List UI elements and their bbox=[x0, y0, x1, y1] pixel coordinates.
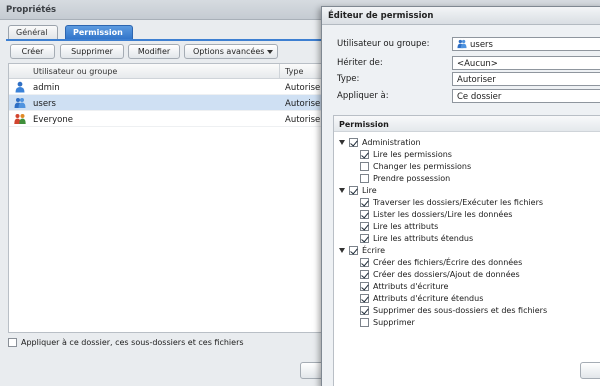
checkbox[interactable] bbox=[360, 294, 369, 303]
checkbox[interactable] bbox=[360, 270, 369, 279]
checkbox[interactable] bbox=[360, 210, 369, 219]
modify-button[interactable]: Modifier bbox=[128, 44, 180, 59]
row-user-name: users bbox=[33, 99, 56, 109]
perm-item-label: Prendre possession bbox=[373, 174, 451, 183]
perm-item-label: Changer les permissions bbox=[373, 162, 472, 171]
row-type: Autoriser bbox=[285, 115, 324, 125]
perm-item-label: Lire les attributs bbox=[373, 222, 439, 231]
permission-editor-dialog: Éditeur de permission Utilisateur ou gro… bbox=[321, 6, 600, 386]
perm-item-label: Créer des fichiers/Écrire des données bbox=[373, 258, 523, 267]
checkbox[interactable] bbox=[360, 234, 369, 243]
delete-button[interactable]: Supprimer bbox=[60, 44, 124, 59]
group-icon bbox=[457, 39, 467, 49]
perm-item-label: Attributs d'écriture étendus bbox=[373, 294, 484, 303]
checkbox[interactable] bbox=[360, 222, 369, 231]
perm-item-label: Traverser les dossiers/Exécuter les fich… bbox=[373, 198, 544, 207]
checkbox[interactable] bbox=[360, 198, 369, 207]
row-user-name: Everyone bbox=[33, 115, 73, 125]
tab-permission[interactable]: Permission bbox=[65, 25, 133, 40]
create-button[interactable]: Créer bbox=[10, 44, 55, 59]
row-type: Autoriser bbox=[285, 99, 324, 109]
advanced-options-dropdown[interactable]: Options avancées bbox=[184, 44, 278, 59]
advanced-options-label: Options avancées bbox=[193, 47, 265, 56]
type-label: Type: bbox=[337, 74, 360, 84]
checkbox[interactable] bbox=[360, 150, 369, 159]
permission-panel: Permission Administration Lire les permi… bbox=[333, 115, 600, 386]
row-user-name: admin bbox=[33, 83, 60, 93]
checkbox[interactable] bbox=[349, 186, 358, 195]
permission-list: Utilisateur ou groupe Type admin Autoris… bbox=[8, 63, 324, 333]
inherit-field[interactable]: <Aucun> bbox=[452, 56, 600, 70]
perm-group-label: Administration bbox=[362, 138, 421, 147]
checkbox[interactable] bbox=[360, 174, 369, 183]
inherit-label: Hériter de: bbox=[337, 58, 383, 68]
column-header-type[interactable]: Type bbox=[285, 67, 303, 76]
checkbox[interactable] bbox=[360, 306, 369, 315]
permission-header: Permission bbox=[334, 116, 600, 132]
everyone-icon bbox=[14, 114, 26, 124]
column-divider bbox=[279, 64, 280, 79]
checkbox[interactable] bbox=[360, 282, 369, 291]
perm-item-label: Supprimer des sous-dossiers et des fichi… bbox=[373, 306, 548, 315]
tab-underline bbox=[6, 39, 326, 41]
list-header: Utilisateur ou groupe Type bbox=[9, 64, 323, 79]
table-row-selected[interactable]: users Autoriser bbox=[9, 95, 324, 111]
table-row[interactable]: admin Autoriser bbox=[9, 79, 324, 95]
perm-item-label: Créer des dossiers/Ajout de données bbox=[373, 270, 520, 279]
user-icon bbox=[15, 81, 25, 93]
apply-all-label: Appliquer à ce dossier, ces sous-dossier… bbox=[21, 338, 244, 347]
apply-all-checkbox[interactable] bbox=[8, 338, 17, 347]
expand-arrow-icon[interactable] bbox=[339, 140, 345, 145]
table-row[interactable]: Everyone Autoriser bbox=[9, 111, 324, 127]
checkbox[interactable] bbox=[349, 138, 358, 147]
group-icon bbox=[14, 98, 26, 108]
apply-to-label: Appliquer à: bbox=[337, 91, 389, 101]
perm-item-label: Lire les attributs étendus bbox=[373, 234, 474, 243]
checkbox[interactable] bbox=[360, 258, 369, 267]
checkbox[interactable] bbox=[360, 318, 369, 327]
dialog-title: Éditeur de permission bbox=[322, 7, 600, 25]
tab-general[interactable]: Général bbox=[8, 25, 58, 40]
user-group-value: users bbox=[470, 40, 493, 50]
user-group-label: Utilisateur ou groupe: bbox=[337, 39, 430, 49]
checkbox[interactable] bbox=[360, 162, 369, 171]
row-type: Autoriser bbox=[285, 83, 324, 93]
column-header-user[interactable]: Utilisateur ou groupe bbox=[33, 67, 117, 76]
perm-item-label: Attributs d'écriture bbox=[373, 282, 449, 291]
type-select[interactable]: Autoriser bbox=[452, 72, 600, 86]
perm-group-label: Lire bbox=[362, 186, 377, 195]
chevron-down-icon bbox=[267, 50, 273, 54]
apply-to-select[interactable]: Ce dossier bbox=[452, 89, 600, 103]
modify-label: Modifier bbox=[137, 47, 171, 56]
perm-item-label: Lister les dossiers/Lire les données bbox=[373, 210, 513, 219]
expand-arrow-icon[interactable] bbox=[339, 188, 345, 193]
dialog-ok-button[interactable] bbox=[580, 362, 600, 379]
perm-item-label: Lire les permissions bbox=[373, 150, 452, 159]
expand-arrow-icon[interactable] bbox=[339, 248, 345, 253]
perm-group-label: Écrire bbox=[362, 246, 385, 255]
perm-item-label: Supprimer bbox=[373, 318, 415, 327]
user-group-field[interactable]: users bbox=[452, 37, 600, 51]
checkbox[interactable] bbox=[349, 246, 358, 255]
